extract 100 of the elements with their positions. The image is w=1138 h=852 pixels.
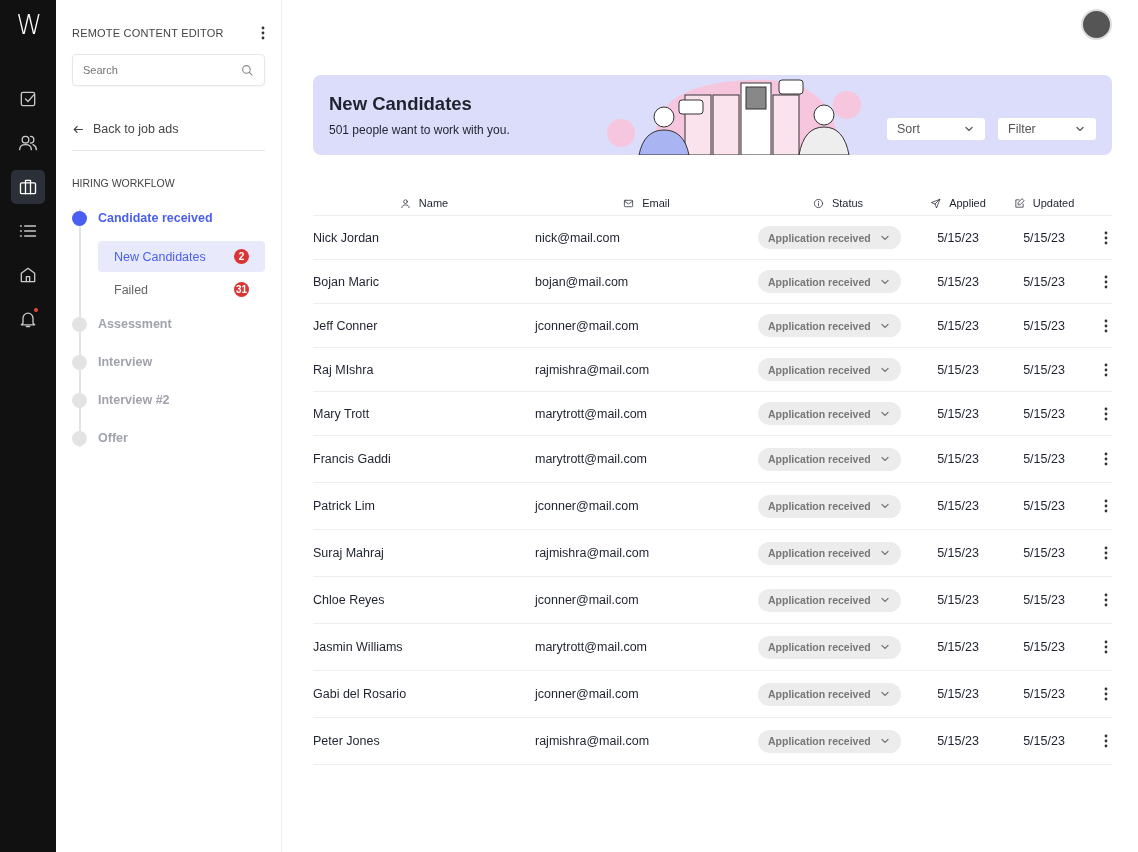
- status-dropdown[interactable]: Application received: [758, 682, 901, 706]
- email-cell-text: rajmishra@mail.com: [535, 362, 651, 377]
- step-label[interactable]: Offer: [98, 431, 128, 445]
- more-icon[interactable]: [1104, 274, 1108, 289]
- step-label[interactable]: Assessment: [98, 317, 172, 331]
- home-icon: [18, 265, 38, 285]
- mail-icon: [623, 197, 635, 209]
- checkbox-icon: [18, 89, 38, 109]
- sub-step-label: Failed: [114, 282, 149, 297]
- more-icon[interactable]: [1104, 546, 1108, 560]
- briefcase-icon: [18, 177, 38, 197]
- back-link[interactable]: Back to job ads: [72, 122, 265, 151]
- date-cell-text: 5/15/23: [936, 318, 980, 333]
- status-dropdown[interactable]: Application received: [758, 447, 901, 471]
- more-icon[interactable]: [1104, 640, 1108, 654]
- avatar[interactable]: [1081, 9, 1112, 40]
- status-dropdown[interactable]: Application received: [758, 494, 901, 518]
- email-cell-text: bojan@mail.com: [535, 274, 630, 289]
- date-cell-text: 5/15/23: [936, 687, 980, 701]
- step-label[interactable]: Interview: [98, 355, 153, 369]
- search-field[interactable]: Search: [72, 54, 265, 86]
- filter-dropdown[interactable]: Filter: [998, 117, 1096, 140]
- column-header[interactable]: Name: [418, 197, 449, 209]
- email-cell-text: marytrott@mail.com: [535, 406, 648, 421]
- more-icon[interactable]: [1104, 230, 1108, 245]
- date-cell-text: 5/15/23: [936, 546, 980, 560]
- column-header[interactable]: Updated: [1032, 197, 1075, 209]
- date-cell-text: 5/15/23: [1022, 318, 1066, 333]
- banner-subtitle: 501 people want to work with you.: [329, 123, 511, 137]
- sidebar-title: REMOTE CONTENT EDITOR: [72, 27, 224, 39]
- name-cell-text: Jasmin Williams: [313, 640, 404, 654]
- date-cell-text: 5/15/23: [936, 640, 980, 654]
- email-cell-text: nick@mail.com: [535, 230, 621, 245]
- banner-title: New Candidates: [329, 93, 473, 115]
- status-dropdown[interactable]: Application received: [758, 729, 901, 753]
- more-icon[interactable]: [1104, 593, 1108, 607]
- date-cell-text: 5/15/23: [1022, 406, 1066, 421]
- more-icon[interactable]: [1104, 318, 1108, 333]
- email-cell-text: jconner@mail.com: [535, 687, 640, 701]
- status-dropdown[interactable]: Application received: [758, 635, 901, 659]
- date-cell-text: 5/15/23: [1022, 452, 1066, 466]
- date-cell-text: 5/15/23: [936, 593, 980, 607]
- name-cell-text: Nick Jordan: [313, 230, 380, 245]
- more-icon[interactable]: [1104, 362, 1108, 377]
- email-cell-text: rajmishra@mail.com: [535, 734, 651, 748]
- sub-step-item[interactable]: New Candidates 2: [98, 241, 265, 272]
- date-cell-text: 5/15/23: [936, 362, 980, 377]
- step-label[interactable]: Candidate received: [98, 211, 213, 225]
- sort-dropdown[interactable]: Sort: [887, 117, 985, 140]
- date-cell-text: 5/15/23: [1022, 734, 1066, 748]
- email-cell-text: jconner@mail.com: [535, 318, 640, 333]
- more-icon[interactable]: [261, 26, 265, 40]
- date-cell-text: 5/15/23: [1022, 546, 1066, 560]
- status-dropdown[interactable]: Application received: [758, 588, 901, 612]
- date-cell-text: 5/15/23: [1022, 640, 1066, 654]
- more-icon[interactable]: [1104, 687, 1108, 701]
- send-icon: [930, 197, 942, 209]
- count-badge: 31: [234, 282, 249, 297]
- date-cell-text: 5/15/23: [1022, 499, 1066, 513]
- column-header[interactable]: Email: [642, 197, 670, 209]
- column-header[interactable]: Applied: [949, 197, 986, 209]
- date-cell-text: 5/15/23: [1022, 362, 1066, 377]
- status-dropdown[interactable]: Application received: [758, 541, 901, 565]
- email-cell-text: jconner@mail.com: [535, 499, 640, 513]
- status-dropdown[interactable]: Application received: [758, 226, 901, 249]
- date-cell-text: 5/15/23: [1022, 687, 1066, 701]
- section-heading: HIRING WORKFLOW: [72, 177, 176, 189]
- more-icon[interactable]: [1104, 406, 1108, 421]
- name-cell-text: Raj MIshra: [313, 362, 375, 377]
- date-cell-text: 5/15/23: [936, 274, 980, 289]
- date-cell-text: 5/15/23: [1022, 274, 1066, 289]
- name-cell-text: Peter Jones: [313, 734, 381, 748]
- name-cell-text: Jeff Conner: [313, 318, 379, 333]
- search-icon: [241, 64, 254, 77]
- status-dropdown[interactable]: Application received: [758, 402, 901, 425]
- name-cell-text: Suraj Mahraj: [313, 546, 385, 560]
- name-cell-text: Patrick Lim: [313, 499, 376, 513]
- users-icon: [18, 133, 38, 153]
- status-dropdown[interactable]: Application received: [758, 270, 901, 293]
- nav-item[interactable]: [11, 170, 45, 204]
- date-cell-text: 5/15/23: [1022, 230, 1066, 245]
- more-icon[interactable]: [1104, 499, 1108, 513]
- sub-step-label: New Candidates: [114, 249, 206, 264]
- date-cell-text: 5/15/23: [936, 499, 980, 513]
- column-header[interactable]: Status: [831, 197, 864, 209]
- date-cell-text: 5/15/23: [936, 230, 980, 245]
- date-cell-text: 5/15/23: [936, 406, 980, 421]
- more-icon[interactable]: [1104, 734, 1108, 748]
- sub-step-item[interactable]: Failed 31: [98, 274, 265, 305]
- logo[interactable]: W: [16, 10, 40, 40]
- name-cell-text: Bojan Maric: [313, 274, 380, 289]
- name-cell-text: Gabi del Rosario: [313, 687, 408, 701]
- more-icon[interactable]: [1104, 452, 1108, 466]
- info-icon: [812, 197, 824, 209]
- date-cell-text: 5/15/23: [936, 734, 980, 748]
- status-dropdown[interactable]: Application received: [758, 358, 901, 381]
- status-dropdown[interactable]: Application received: [758, 314, 901, 337]
- step-label[interactable]: Interview #2: [98, 393, 170, 407]
- email-cell-text: marytrott@mail.com: [535, 640, 648, 654]
- name-cell-text: Chloe Reyes: [313, 593, 386, 607]
